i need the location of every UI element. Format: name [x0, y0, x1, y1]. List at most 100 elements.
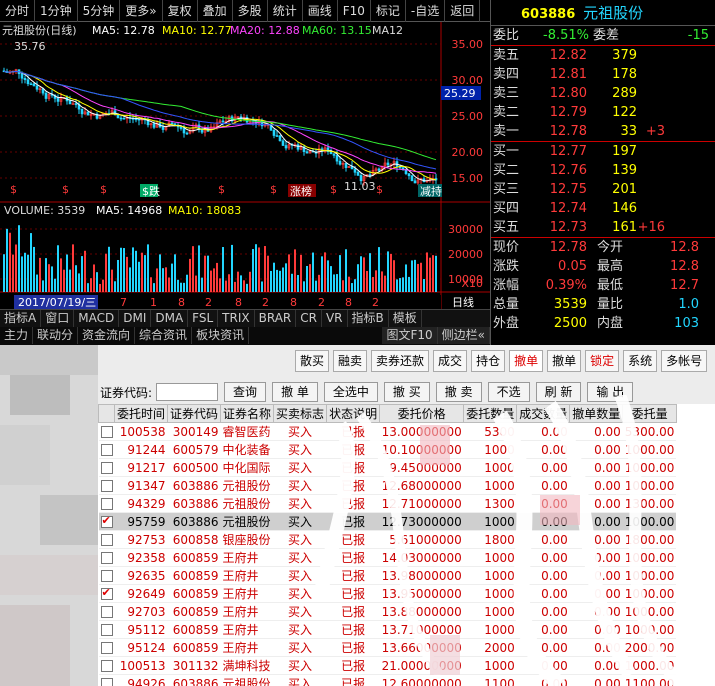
toolbar-item[interactable]: 画线: [303, 0, 338, 22]
toolbar-item[interactable]: F10: [338, 0, 371, 22]
filter-button[interactable]: 撤 买: [383, 382, 430, 402]
toolbar-item[interactable]: 返回: [445, 0, 481, 22]
column-header[interactable]: 证券名称: [220, 404, 275, 423]
order-row[interactable]: 92358 600859 王府井 买入 已报 14.03000000 1000 0.00 0.0…: [98, 548, 677, 567]
row-checkbox[interactable]: [100, 606, 113, 618]
order-tab-button[interactable]: 撤单: [547, 350, 582, 372]
column-header[interactable]: 委托数量: [463, 404, 518, 423]
toolbar-item[interactable]: 统计: [268, 0, 303, 22]
row-checkbox[interactable]: [100, 426, 113, 438]
info-tab[interactable]: 图文F10: [382, 327, 438, 344]
row-checkbox[interactable]: [100, 514, 113, 528]
row-checkbox[interactable]: [100, 624, 113, 636]
filter-button[interactable]: 查询: [224, 382, 267, 402]
row-checkbox[interactable]: [100, 552, 113, 564]
checkbox-cell[interactable]: [98, 566, 115, 585]
order-tab-button[interactable]: 融卖: [333, 350, 368, 372]
kline-chart[interactable]: 35.00 30.00 25.00 20.00 15.00 30000 20000 10000…: [0, 22, 490, 312]
toolbar-item[interactable]: 1分钟: [35, 0, 78, 22]
indicator-tab[interactable]: DMI: [119, 310, 152, 327]
checkbox-cell[interactable]: [98, 512, 115, 531]
checkbox-cell[interactable]: [98, 674, 115, 686]
order-row[interactable]: 92703 600859 王府井 买入 已报 13.88000000 1000 0.00 0.0…: [98, 602, 677, 621]
order-tab-button[interactable]: 多帐号: [661, 350, 708, 372]
row-checkbox[interactable]: [100, 570, 113, 582]
kline-svg[interactable]: 35.0030.0025.0020.0015.00300002000010000…: [0, 22, 490, 312]
order-row[interactable]: 92753 600858 银座股份 买入 已报 5.61000000 1800 0.00 0.0…: [98, 530, 677, 549]
order-tab-button[interactable]: 撤单: [509, 350, 544, 372]
indicator-tab[interactable]: DMA: [151, 310, 189, 327]
indicator-tab[interactable]: 指标A: [0, 310, 42, 327]
row-checkbox[interactable]: [100, 534, 113, 546]
toolbar-item[interactable]: 标记: [371, 0, 406, 22]
info-tab[interactable]: 联动分: [33, 327, 79, 344]
toolbar-item[interactable]: -自选: [406, 0, 446, 22]
info-tab[interactable]: 综合资讯: [135, 327, 193, 344]
indicator-tab[interactable]: 指标B: [348, 310, 389, 327]
checkbox-cell[interactable]: [98, 602, 115, 621]
filter-button[interactable]: 输 出: [587, 382, 634, 402]
column-header[interactable]: 委托价格: [379, 404, 465, 423]
order-row[interactable]: 95112 600859 王府井 买入 已报 13.71000000 1000 0.00 0.0…: [98, 620, 677, 639]
checkbox-cell[interactable]: [98, 458, 115, 477]
order-row[interactable]: 95759603886元祖股份买入已报12.7300000010000.000.…: [98, 512, 677, 531]
order-row[interactable]: 91217 600500 中化国际 买入 已报 9.45000000 1000 0.00 0.0…: [98, 458, 677, 477]
indicator-tab[interactable]: TRIX: [218, 310, 255, 327]
checkbox-cell[interactable]: [98, 656, 115, 675]
row-checkbox[interactable]: [100, 678, 113, 686]
order-tab-button[interactable]: 系统: [623, 350, 658, 372]
column-header[interactable]: [98, 404, 115, 423]
row-checkbox[interactable]: [100, 462, 113, 474]
order-row[interactable]: 94926 603886 元祖股份 买入 已报 12.60000000 1100 0.00 0.…: [98, 674, 677, 686]
row-checkbox[interactable]: [100, 586, 113, 600]
info-tab[interactable]: 主力: [0, 327, 34, 344]
order-row[interactable]: 92635 600859 王府井 买入 已报 13.98000000 1000 0.00 0.0…: [98, 566, 677, 585]
checkbox-cell[interactable]: [98, 422, 115, 441]
order-tab-button[interactable]: 卖券还款: [371, 350, 430, 372]
order-row[interactable]: 94329 603886 元祖股份 买入 已报 12.71000000 1300 0.00 0.…: [98, 494, 677, 513]
info-tab[interactable]: 资金流向: [78, 327, 136, 344]
toolbar-item[interactable]: 分时: [0, 0, 36, 22]
indicator-tab[interactable]: VR: [322, 310, 348, 327]
indicator-tab[interactable]: FSL: [188, 310, 219, 327]
order-row[interactable]: 91244 600579 中化装备 买入 已报 10.10000000 1000 0.00 0.…: [98, 440, 677, 459]
column-header[interactable]: 委托量: [622, 404, 677, 423]
filter-button[interactable]: 撤 卖: [435, 382, 482, 402]
filter-button[interactable]: 不选: [487, 382, 530, 402]
indicator-tab[interactable]: CR: [296, 310, 322, 327]
column-header[interactable]: 买卖标志: [273, 404, 328, 423]
order-row[interactable]: 92649600859王府井买入已报13.9500000010000.000.0…: [98, 584, 677, 603]
column-header[interactable]: 成交数量: [516, 404, 571, 423]
info-tab[interactable]: 侧边栏«: [437, 327, 490, 344]
indicator-tab[interactable]: MACD: [74, 310, 120, 327]
checkbox-cell[interactable]: [98, 620, 115, 639]
toolbar-item[interactable]: 多股: [233, 0, 268, 22]
row-checkbox[interactable]: [100, 480, 113, 492]
info-tab[interactable]: 板块资讯: [192, 327, 250, 344]
checkbox-cell[interactable]: [98, 530, 115, 549]
column-header[interactable]: 撤单数量: [569, 404, 624, 423]
toolbar-item[interactable]: 更多»: [120, 0, 163, 22]
filter-button[interactable]: 刷 新: [535, 382, 582, 402]
order-tab-button[interactable]: 散买: [295, 350, 330, 372]
order-row[interactable]: 100538 300149 睿智医药 买入 已报 13.00000000 5300 0.00 0…: [98, 422, 677, 441]
order-tab-button[interactable]: 成交: [433, 350, 468, 372]
indicator-tab[interactable]: 模板: [389, 310, 422, 327]
code-input[interactable]: [156, 383, 219, 401]
row-checkbox[interactable]: [100, 498, 113, 510]
column-header[interactable]: 状态说明: [326, 404, 381, 423]
row-checkbox[interactable]: [100, 660, 113, 672]
filter-button[interactable]: 全选中: [323, 382, 378, 402]
indicator-tab[interactable]: BRAR: [255, 310, 297, 327]
toolbar-item[interactable]: 复权: [163, 0, 198, 22]
toolbar-item[interactable]: 5分钟: [78, 0, 121, 22]
indicator-tab[interactable]: 窗口: [41, 310, 75, 327]
order-row[interactable]: 100513 301132 满坤科技 买入 已报 21.00000000 1000 0.00 0…: [98, 656, 677, 675]
checkbox-cell[interactable]: [98, 476, 115, 495]
checkbox-cell[interactable]: [98, 440, 115, 459]
order-tab-button[interactable]: 持仓: [471, 350, 506, 372]
toolbar-item[interactable]: 叠加: [198, 0, 233, 22]
checkbox-cell[interactable]: [98, 638, 115, 657]
row-checkbox[interactable]: [100, 642, 113, 654]
order-row[interactable]: 95124 600859 王府井 买入 已报 13.66000000 2000 0.00 0.0…: [98, 638, 677, 657]
